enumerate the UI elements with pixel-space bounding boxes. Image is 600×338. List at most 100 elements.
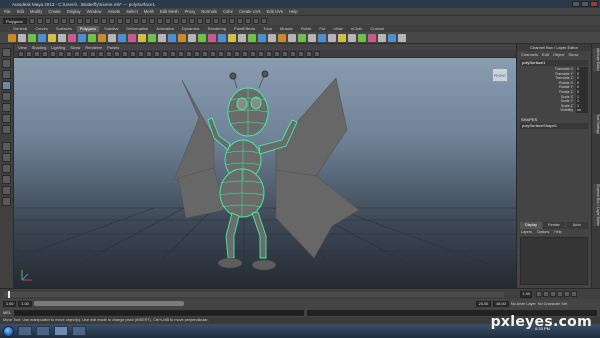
shelf-tool-icon[interactable] xyxy=(388,33,396,42)
viewport-panel-tool-icon[interactable] xyxy=(186,50,192,57)
status-line-tool-icon[interactable] xyxy=(149,17,155,24)
shelf-tool-icon[interactable] xyxy=(18,33,26,42)
shelf-tool-icon[interactable] xyxy=(328,33,336,42)
shelf-tool-icon[interactable] xyxy=(198,33,206,42)
shelf-tool-icon[interactable] xyxy=(148,33,156,42)
shelf-tab-nhair[interactable]: nHair xyxy=(330,26,346,32)
shelf-tool-icon[interactable] xyxy=(98,33,106,42)
manipulator-tool-icon[interactable] xyxy=(2,114,11,123)
status-line-tool-icon[interactable] xyxy=(221,17,227,24)
menu-mesh[interactable]: Mesh xyxy=(144,9,154,14)
status-line-tool-icon[interactable] xyxy=(133,17,139,24)
rotate-tool-icon[interactable] xyxy=(2,92,11,101)
channel-menu-edit[interactable]: Edit xyxy=(542,52,549,57)
current-frame-field[interactable]: 1.00 xyxy=(520,291,532,298)
shelf-tool-icon[interactable] xyxy=(258,33,266,42)
viewport-panel-tool-icon[interactable] xyxy=(146,50,152,57)
status-line-tool-icon[interactable] xyxy=(165,17,171,24)
viewport-panel-tool-icon[interactable] xyxy=(194,50,200,57)
shelf-tool-icon[interactable] xyxy=(368,33,376,42)
persp-graph-layout-icon[interactable] xyxy=(2,175,11,184)
menu-modify[interactable]: Modify xyxy=(30,9,42,14)
shelf-tab-muscle[interactable]: Muscle xyxy=(277,26,296,32)
status-line-tool-icon[interactable] xyxy=(101,17,107,24)
shelf-tool-icon[interactable] xyxy=(318,33,326,42)
view-cube[interactable]: FRONT xyxy=(492,68,508,82)
menu-normals[interactable]: Normals xyxy=(201,9,217,14)
viewport-menu-panels[interactable]: Panels xyxy=(107,45,119,50)
menu-create-uvs[interactable]: Create UVs xyxy=(239,9,261,14)
shelf-tool-icon[interactable] xyxy=(108,33,116,42)
menu-display[interactable]: Display xyxy=(67,9,81,14)
shelf-tool-icon[interactable] xyxy=(308,33,316,42)
taskbar-app-photoshop-icon[interactable] xyxy=(72,326,86,336)
shelf-tool-icon[interactable] xyxy=(348,33,356,42)
menu-file[interactable]: File xyxy=(4,9,11,14)
shelf-tab-general[interactable]: General xyxy=(10,26,30,32)
viewport-panel-tool-icon[interactable] xyxy=(290,50,296,57)
shelf-tool-icon[interactable] xyxy=(138,33,146,42)
shelf-tool-icon[interactable] xyxy=(398,33,406,42)
viewport-panel-tool-icon[interactable] xyxy=(106,50,112,57)
command-language-label[interactable]: MEL xyxy=(3,310,11,315)
paint-select-tool-icon[interactable] xyxy=(2,70,11,79)
status-line-tool-icon[interactable] xyxy=(237,17,243,24)
status-line-tool-icon[interactable] xyxy=(261,17,267,24)
play-forward-icon[interactable] xyxy=(557,291,563,297)
status-line-tool-icon[interactable] xyxy=(157,17,163,24)
side-tab-channel-box-layer-editor[interactable]: Channel Box / Layer Editor xyxy=(593,184,600,226)
status-line-tool-icon[interactable] xyxy=(141,17,147,24)
shelf-tool-icon[interactable] xyxy=(78,33,86,42)
status-line-tool-icon[interactable] xyxy=(189,17,195,24)
viewport-panel-tool-icon[interactable] xyxy=(314,50,320,57)
go-to-start-icon[interactable] xyxy=(536,291,542,297)
viewport-menu-lighting[interactable]: Lighting xyxy=(51,45,65,50)
playback-start-field[interactable]: 1.00 xyxy=(18,300,32,307)
viewport-panel-tool-icon[interactable] xyxy=(34,50,40,57)
shelf-tab-custom[interactable]: Custom xyxy=(367,26,387,32)
shelf-tool-icon[interactable] xyxy=(248,33,256,42)
viewport-panel-tool-icon[interactable] xyxy=(306,50,312,57)
status-line-tool-icon[interactable] xyxy=(37,17,43,24)
shelf-tab-dynamics[interactable]: Dynamics xyxy=(179,26,203,32)
shelf-tab-painteffects[interactable]: PaintEffects xyxy=(231,26,258,32)
shelf-tab-toon[interactable]: Toon xyxy=(260,26,275,32)
shelf-tool-icon[interactable] xyxy=(168,33,176,42)
viewport-panel-tool-icon[interactable] xyxy=(98,50,104,57)
shelf-tab-rendering[interactable]: Rendering xyxy=(205,26,229,32)
viewport-panel-tool-icon[interactable] xyxy=(266,50,272,57)
shelf-tab-ncloth[interactable]: nCloth xyxy=(348,26,366,32)
selected-object-name[interactable]: polySurface1 xyxy=(520,60,588,66)
layer-tab-render[interactable]: Render xyxy=(543,222,565,229)
viewport-panel-tool-icon[interactable] xyxy=(58,50,64,57)
start-button-icon[interactable] xyxy=(3,325,14,337)
layer-menu-help[interactable]: Help xyxy=(554,230,561,234)
menu-window[interactable]: Window xyxy=(87,9,102,14)
shelf-tool-icon[interactable] xyxy=(358,33,366,42)
shelf-tool-icon[interactable] xyxy=(188,33,196,42)
viewport-panel-tool-icon[interactable] xyxy=(242,50,248,57)
status-line-tool-icon[interactable] xyxy=(173,17,179,24)
shelf-tool-icon[interactable] xyxy=(8,33,16,42)
menu-assets[interactable]: Assets xyxy=(108,9,121,14)
shelf-tool-icon[interactable] xyxy=(208,33,216,42)
lasso-tool-icon[interactable] xyxy=(2,59,11,68)
shelf-tool-icon[interactable] xyxy=(238,33,246,42)
step-forward-icon[interactable] xyxy=(564,291,570,297)
status-line-tool-icon[interactable] xyxy=(45,17,51,24)
viewport-menu-shading[interactable]: Shading xyxy=(32,45,47,50)
viewport-panel-tool-icon[interactable] xyxy=(226,50,232,57)
shelf-tab-subdivs[interactable]: Subdivs xyxy=(101,26,121,32)
shelf-tool-icon[interactable] xyxy=(218,33,226,42)
viewport-panel-tool-icon[interactable] xyxy=(250,50,256,57)
shelf-tool-icon[interactable] xyxy=(378,33,386,42)
viewport-menu-renderer[interactable]: Renderer xyxy=(85,45,102,50)
maximize-button[interactable] xyxy=(581,1,589,7)
menu-help[interactable]: Help xyxy=(289,9,298,14)
status-line-tool-icon[interactable] xyxy=(53,17,59,24)
command-input[interactable] xyxy=(14,309,305,316)
shelf-tool-icon[interactable] xyxy=(128,33,136,42)
close-button[interactable] xyxy=(590,1,598,7)
attribute-value-field[interactable]: on xyxy=(576,108,588,113)
side-tab-tool-settings[interactable]: Tool Settings xyxy=(593,114,600,135)
